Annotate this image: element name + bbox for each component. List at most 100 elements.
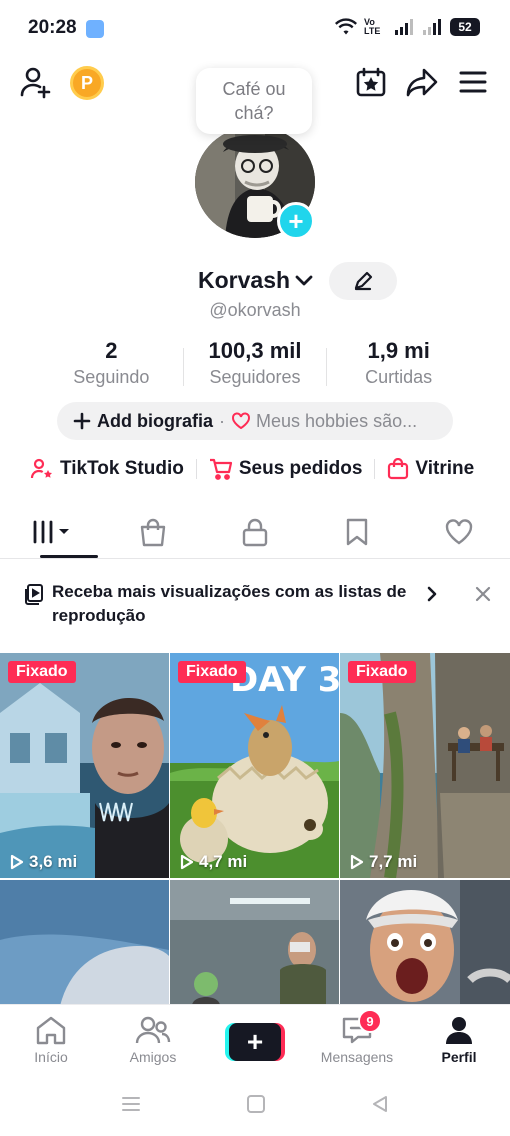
person-star-icon: [30, 458, 52, 479]
heart-icon: [232, 412, 250, 430]
tab-private[interactable]: [204, 505, 306, 558]
view-count-value: 3,6 mi: [29, 852, 78, 871]
system-navigation: [0, 1072, 510, 1136]
cart-icon: [209, 458, 232, 480]
tiktok-studio-link[interactable]: TikTok Studio: [30, 458, 184, 480]
thumbnail-image: [0, 880, 169, 1006]
bio-hobby-prompt: Meus hobbies são...: [256, 410, 418, 431]
stat-label: Curtidas: [365, 367, 433, 387]
share-icon[interactable]: [404, 64, 440, 100]
view-count: 7,7 mi: [350, 852, 417, 872]
close-icon[interactable]: [474, 585, 492, 603]
stat-followers[interactable]: 100,3 mil Seguidores: [184, 338, 327, 388]
thumbnail-overlay-text: DAY 30: [230, 660, 339, 700]
lock-icon: [242, 518, 268, 546]
stat-likes[interactable]: 1,9 mi Curtidas: [327, 338, 470, 388]
nav-home[interactable]: Início: [0, 1005, 102, 1072]
stat-value: 1,9 mi: [367, 338, 430, 363]
home-button-icon[interactable]: [246, 1094, 266, 1114]
thumbnail-image: [340, 880, 510, 1006]
play-icon: [180, 854, 194, 870]
video-thumbnail[interactable]: [170, 880, 339, 1006]
bio-separator: ·: [219, 410, 225, 431]
play-icon: [350, 854, 364, 870]
shopping-bag-icon: [388, 458, 409, 480]
grid-icon: [33, 520, 69, 543]
messages-badge: 9: [358, 1009, 382, 1033]
profile-icon: [446, 1017, 472, 1044]
bookmark-icon: [346, 518, 368, 545]
chevron-right-icon[interactable]: [424, 584, 440, 604]
divider: [374, 459, 376, 479]
signal-icon: [395, 19, 413, 35]
link-label: Vitrine: [415, 458, 475, 479]
pinned-badge: Fixado: [348, 661, 416, 683]
video-thumbnail[interactable]: Fixado 7,7 mi: [340, 653, 510, 878]
pencil-icon: [354, 271, 373, 291]
pinned-badge: Fixado: [178, 661, 246, 683]
thumbnail-image: [170, 880, 339, 1006]
thumbnail-image: [0, 653, 169, 878]
battery-indicator: 52: [450, 18, 480, 36]
play-icon: [10, 854, 24, 870]
calendar-star-icon[interactable]: [353, 64, 389, 100]
status-icons: Vo LTE 52: [334, 18, 480, 36]
tab-shop[interactable]: [102, 505, 204, 558]
view-count: 4,7 mi: [180, 852, 247, 872]
plus-icon: +: [229, 1023, 281, 1061]
nav-profile[interactable]: Perfil: [408, 1005, 510, 1072]
edit-profile-button[interactable]: [329, 262, 397, 300]
divider: [195, 459, 197, 479]
thumbnail-image: DAY 30: [170, 653, 339, 878]
video-grid: Fixado 3,6 mi DAY 30 Fixado 4,7: [0, 653, 510, 1006]
add-bio-button[interactable]: Add biografia · Meus hobbies são...: [57, 402, 453, 440]
status-time: 20:28: [28, 17, 77, 38]
nav-label: Início: [34, 1049, 68, 1065]
chevron-down-icon: [295, 275, 313, 285]
bio-add-label: Add biografia: [97, 410, 213, 431]
profile-name: Korvash: [198, 267, 291, 293]
note-line-1: Café ou: [222, 79, 286, 99]
showcase-link[interactable]: Vitrine: [387, 458, 474, 480]
back-icon[interactable]: [370, 1094, 390, 1114]
plus-icon: [73, 412, 91, 430]
add-friend-icon[interactable]: [18, 64, 54, 100]
coin-icon[interactable]: P: [70, 66, 104, 100]
note-line-2: chá?: [234, 103, 274, 123]
add-story-button[interactable]: +: [277, 202, 315, 240]
recent-apps-icon[interactable]: [120, 1094, 142, 1114]
playlist-icon: [25, 584, 43, 605]
view-count: 3,6 mi: [10, 852, 77, 872]
menu-icon[interactable]: [455, 64, 491, 100]
friends-icon: [135, 1016, 171, 1044]
video-thumbnail[interactable]: [0, 880, 169, 1006]
create-button[interactable]: +: [225, 1023, 285, 1061]
stat-value: 2: [105, 338, 118, 363]
active-tab-indicator: [40, 555, 98, 558]
nav-messages[interactable]: 9 Mensagens: [306, 1005, 408, 1072]
username-switcher[interactable]: Korvash: [198, 267, 314, 294]
tab-saved[interactable]: [306, 505, 408, 558]
nav-label: Amigos: [129, 1049, 177, 1065]
volte-indicator: Vo LTE: [364, 17, 381, 36]
note-bubble[interactable]: Café ou chá?: [196, 68, 312, 134]
orders-link[interactable]: Seus pedidos: [209, 458, 362, 480]
wifi-icon: [335, 18, 357, 35]
stat-label: Seguindo: [73, 367, 150, 387]
tab-liked[interactable]: [408, 505, 510, 558]
tab-videos[interactable]: [0, 505, 102, 558]
video-thumbnail[interactable]: DAY 30 Fixado 4,7 mi: [170, 653, 339, 878]
stat-value: 100,3 mil: [208, 338, 302, 363]
shortcut-links: TikTok Studio Seus pedidos Vitrine: [30, 458, 490, 480]
playlist-banner[interactable]: Receba mais visualizações com as listas …: [24, 580, 494, 628]
nav-create[interactable]: +: [204, 1005, 306, 1072]
nav-friends[interactable]: Amigos: [102, 1005, 204, 1072]
stat-label: Seguidores: [209, 367, 301, 387]
nav-label: Mensagens: [320, 1049, 394, 1065]
stat-following[interactable]: 2 Seguindo: [40, 338, 183, 388]
video-thumbnail[interactable]: [340, 880, 510, 1006]
bottom-navigation: Início Amigos + 9 Mensagens Perfil: [0, 1004, 510, 1072]
bag-icon: [140, 518, 166, 546]
content-tabs: [0, 505, 510, 559]
video-thumbnail[interactable]: Fixado 3,6 mi: [0, 653, 169, 878]
